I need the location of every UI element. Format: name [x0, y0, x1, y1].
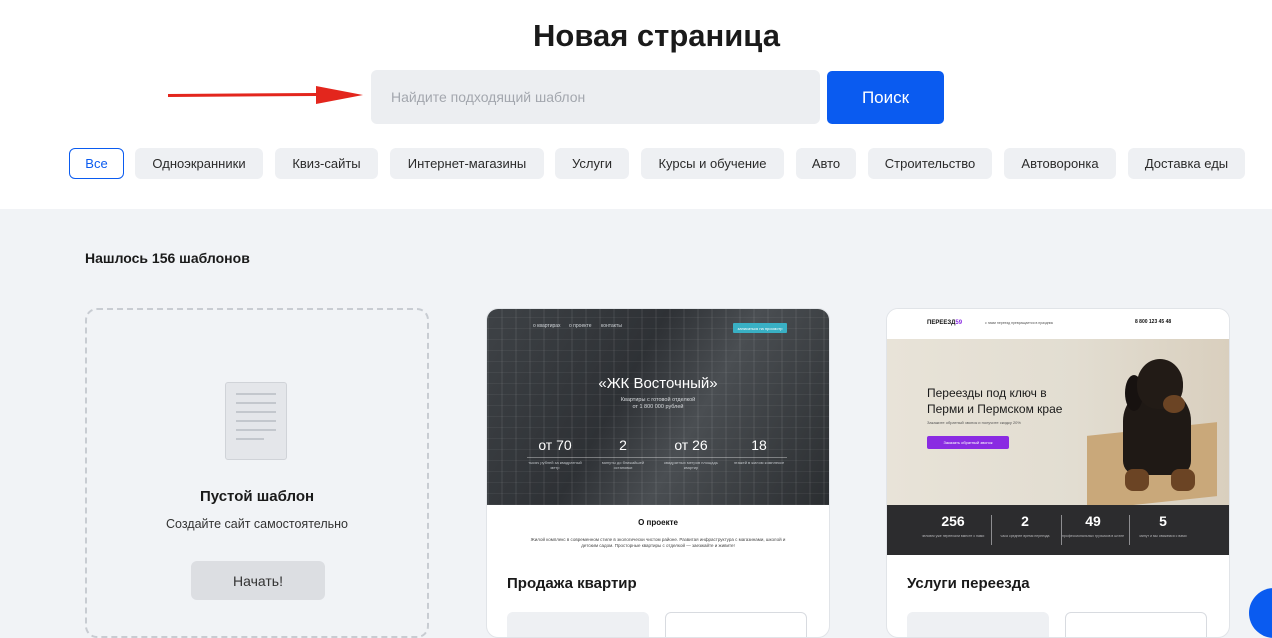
page-title: Новая страница [533, 18, 780, 53]
filter-funnel[interactable]: Автоворонка [1004, 148, 1116, 179]
preview-stat: 2 часа среднее время переезда [1000, 513, 1050, 538]
filter-courses[interactable]: Курсы и обучение [641, 148, 784, 179]
preview-stat: 256 человек уже переехали вместе с нами [921, 513, 985, 538]
template-card-moving[interactable]: ПЕРЕЕЗД59 с нами переезд превращается в … [886, 308, 1230, 638]
start-button[interactable]: Начать! [191, 561, 325, 600]
blank-template-title: Пустой шаблон [199, 488, 315, 505]
template-preview-moving: ПЕРЕЕЗД59 с нами переезд превращается в … [887, 309, 1229, 555]
filter-auto[interactable]: Авто [796, 148, 856, 179]
preview-stat: 5 минут и мы свяжемся с вами [1139, 513, 1187, 538]
filter-quiz[interactable]: Квиз-сайты [275, 148, 378, 179]
template-preview-apartments: о квартирах о проекте контакты записатьс… [487, 309, 829, 555]
filter-services[interactable]: Услуги [555, 148, 629, 179]
search-button[interactable]: Поиск [827, 71, 944, 124]
template-name: Продажа квартир [507, 575, 637, 592]
blank-template-card[interactable]: Пустой шаблон Создайте сайт самостоятель… [85, 308, 429, 638]
template-card-apartments[interactable]: о квартирах о проекте контакты записатьс… [486, 308, 830, 638]
search-input[interactable] [371, 70, 820, 124]
document-icon [225, 382, 287, 460]
header-section: Новая страница Поиск Все Одноэкранники К… [0, 0, 1272, 209]
preview-stat: 49 профессиональных грузчиков в штате [1061, 513, 1125, 538]
preview-nav-item: контакты [601, 323, 622, 329]
preview-tagline: с нами переезд превращается в праздник [985, 321, 1054, 325]
preview-headline: Переезды под ключ в Перми и Пермском кра… [927, 386, 1063, 416]
preview-nav-item: о проекте [569, 323, 592, 329]
preview-stat: 18 этажей в жилом комплексе [733, 437, 785, 465]
preview-text: Закажите обратный звонок и получите скид… [927, 420, 1021, 425]
filter-food-delivery[interactable]: Доставка еды [1128, 148, 1245, 179]
chat-widget-button[interactable] [1249, 588, 1272, 638]
preview-about-title: О проекте [638, 518, 678, 527]
blank-template-subtitle: Создайте сайт самостоятельно [165, 517, 348, 531]
filter-all[interactable]: Все [69, 148, 124, 179]
preview-subline: Квартиры с готовой отделкой от 1 800 000… [620, 397, 696, 410]
preview-stat: от 26 квадратных метров площадь квартир [664, 437, 718, 470]
filter-shops[interactable]: Интернет-магазины [390, 148, 544, 179]
preview-phone: 8 800 123 45 48 [1135, 319, 1172, 325]
category-filters: Все Одноэкранники Квиз-сайты Интернет-ма… [0, 148, 1272, 179]
preview-headline: «ЖК Восточный» [598, 375, 718, 392]
preview-about-text: Жилой комплекс в современном стиле в эко… [530, 537, 786, 548]
preview-nav-item: о квартирах [533, 323, 561, 329]
preview-stat: от 70 тысяч рублей за квадратный метр [528, 437, 582, 470]
preview-logo: ПЕРЕЕЗД59 [927, 320, 963, 326]
filter-one-screen[interactable]: Одноэкранники [135, 148, 263, 179]
filter-construction[interactable]: Строительство [868, 148, 992, 179]
results-count: Нашлось 156 шаблонов [85, 250, 250, 266]
preview-button: Заказать обратный звонок [927, 436, 1009, 449]
preview-stats-bar: 256 человек уже переехали вместе с нами 2… [887, 505, 1229, 555]
preview-stat: 2 минуты до ближайшей остановки [601, 437, 645, 470]
template-name: Услуги переезда [907, 575, 1030, 592]
red-arrow-annotation [168, 86, 363, 104]
preview-cta: записаться на просмотр [733, 323, 787, 333]
